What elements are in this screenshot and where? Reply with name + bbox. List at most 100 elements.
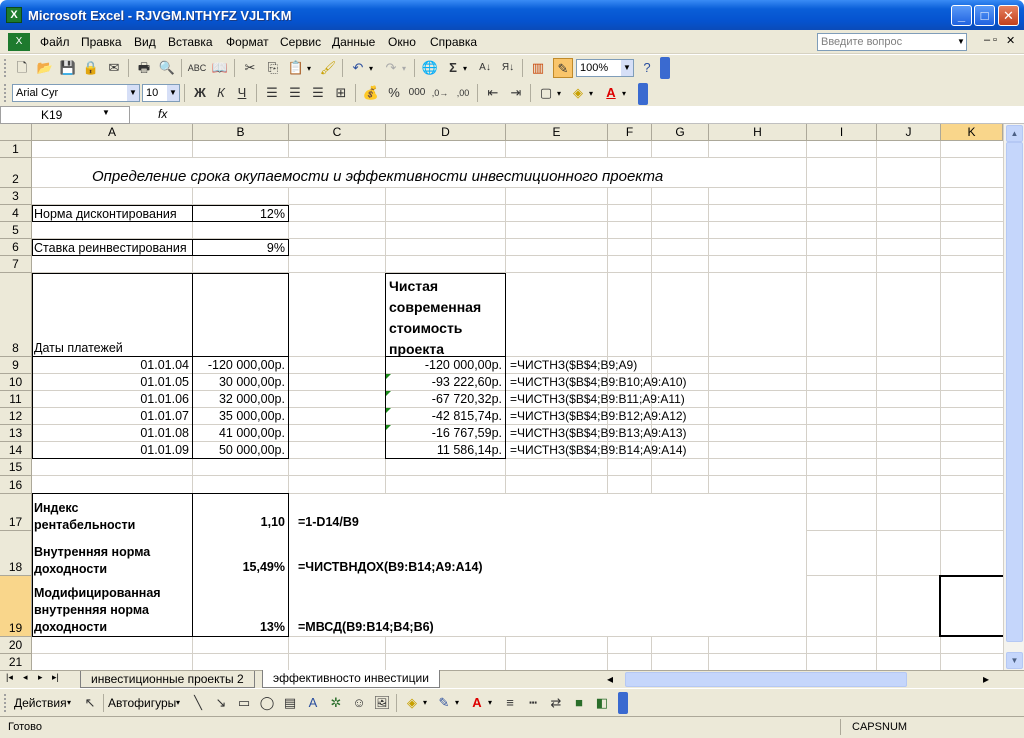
last-sheet-icon[interactable]: ▸| [52,672,59,683]
3d-icon[interactable]: ◧ [592,693,612,713]
decrease-indent-icon[interactable]: ⇤ [483,83,503,103]
irr-value[interactable]: 15,49% [193,560,285,574]
irr-label[interactable]: Внутренняя норма доходности [34,544,150,578]
scroll-up-icon[interactable]: ▲ [1006,125,1023,142]
date-cell[interactable]: 01.01.06 [33,392,189,406]
payment-cell[interactable]: 50 000,00р. [193,443,285,457]
pi-value[interactable]: 1,10 [193,515,285,529]
vertical-scrollbar[interactable]: ▲ ▼ [1003,124,1024,670]
npv-cell[interactable]: -93 222,60р. [386,375,502,389]
payment-cell[interactable]: 32 000,00р. [193,392,285,406]
close-button[interactable]: ✕ [998,5,1019,26]
select-objects-icon[interactable]: ↖ [80,693,100,713]
font-size-select[interactable]: 10 ▼ [142,84,180,102]
chart-wizard-icon[interactable]: ▥ [528,58,548,78]
font-color-dropdown-icon[interactable]: ▾ [622,89,626,98]
menu-format[interactable]: Формат [226,35,269,49]
save-icon[interactable]: 💾 [58,58,78,78]
actions-dropdown-icon[interactable]: ▾ [67,698,71,707]
formula-text[interactable]: =ЧИСТНЗ($B$4;B9;A9) [510,358,637,372]
dash-style-icon[interactable]: ┅ [523,693,543,713]
date-cell[interactable]: 01.01.09 [33,443,189,457]
prev-sheet-icon[interactable]: ◂ [23,672,28,683]
clipart-icon[interactable]: ☺ [349,693,369,713]
col-header-d[interactable]: D [386,124,506,141]
picture-icon[interactable]: 🖼 [372,693,392,713]
row-header-5[interactable]: 5 [0,222,32,239]
menu-insert[interactable]: Вставка [168,35,213,49]
row-header-7[interactable]: 7 [0,256,32,273]
paste-dropdown-icon[interactable]: ▾ [307,64,311,73]
bold-icon[interactable]: Ж [190,83,210,103]
fill-color-icon[interactable]: ◈ [402,693,422,713]
reinvest-value[interactable]: 9% [193,241,285,255]
col-header-b[interactable]: B [193,124,289,141]
line-color-dropdown-icon[interactable]: ▾ [455,698,459,707]
payments-header-cell[interactable] [193,274,288,356]
formula-text[interactable]: =ЧИСТНЗ($B$4;B9:B11;A9:A11) [510,392,685,406]
row-header-19[interactable]: 19 [0,576,32,637]
col-header-k[interactable]: K [941,124,1003,141]
next-sheet-icon[interactable]: ▸ [38,672,43,683]
date-cell[interactable]: 01.01.08 [33,426,189,440]
zoom-dropdown-icon[interactable]: ▼ [621,60,633,76]
drawing-icon[interactable]: ✎ [553,58,573,78]
line-style-icon[interactable]: ≡ [500,693,520,713]
oval-icon[interactable]: ◯ [257,693,277,713]
borders-dropdown-icon[interactable]: ▾ [557,89,561,98]
menu-help[interactable]: Справка [430,35,477,49]
col-header-j[interactable]: J [877,124,941,141]
scroll-down-icon[interactable]: ▼ [1006,652,1023,669]
new-icon[interactable]: 🗋 [12,58,32,78]
thousands-icon[interactable]: 000 [407,83,427,103]
size-dropdown-icon[interactable]: ▼ [167,85,179,101]
row-header-8[interactable]: 8 [0,273,32,357]
print-icon[interactable]: 🖶 [134,58,154,78]
row-header-6[interactable]: 6 [0,239,32,256]
col-header-f[interactable]: F [608,124,652,141]
autoshapes-menu[interactable]: Автофигуры [108,696,176,710]
arrow-icon[interactable]: ↘ [211,693,231,713]
payment-cell[interactable]: 41 000,00р. [193,426,285,440]
row-header-4[interactable]: 4 [0,205,32,222]
redo-icon[interactable]: ↷ [381,58,401,78]
fill-dropdown-icon[interactable]: ▾ [589,89,593,98]
row-header-9[interactable]: 9 [0,357,32,374]
doc-restore-icon[interactable]: ▫ [993,34,997,46]
paste-icon[interactable]: 📋 [286,58,306,78]
increase-indent-icon[interactable]: ⇥ [506,83,526,103]
sort-descending-icon[interactable]: Я↓ [498,58,518,78]
menu-view[interactable]: Вид [134,35,156,49]
help-icon[interactable]: ? [637,58,657,78]
date-cell[interactable]: 01.01.07 [33,409,189,423]
discount-value[interactable]: 12% [193,207,285,221]
line-icon[interactable]: ╲ [188,693,208,713]
row-header-12[interactable]: 12 [0,408,32,425]
row-header-14[interactable]: 14 [0,442,32,459]
tab-efficiency[interactable]: эффективносто инвестиции [262,670,440,688]
formula-input[interactable] [176,107,1004,123]
menu-file[interactable]: Файл [40,35,70,49]
format-painter-icon[interactable]: 🖌 [318,58,338,78]
permission-icon[interactable]: 🔒 [81,58,101,78]
fill-dropdown-icon[interactable]: ▾ [423,698,427,707]
toolbar-handle[interactable] [4,84,8,102]
mirr-label[interactable]: Модифицированная внутренняя норма доходн… [34,585,161,636]
row-header-15[interactable]: 15 [0,459,32,476]
autoshapes-dropdown-icon[interactable]: ▾ [176,698,180,707]
payment-cell[interactable]: 30 000,00р. [193,375,285,389]
row-header-16[interactable]: 16 [0,476,32,494]
select-all-corner[interactable] [0,124,32,141]
align-left-icon[interactable]: ☰ [262,83,282,103]
hscroll-thumb[interactable] [625,672,907,687]
row-header-21[interactable]: 21 [0,654,32,670]
zoom-select[interactable]: 100% ▼ [576,59,634,77]
toolbar-options-icon[interactable] [618,692,628,714]
col-header-e[interactable]: E [506,124,608,141]
font-color-dropdown-icon[interactable]: ▾ [488,698,492,707]
doc-close-icon[interactable]: ✕ [1006,34,1015,47]
col-header-i[interactable]: I [807,124,877,141]
payment-cell[interactable]: -120 000,00р. [193,358,285,372]
date-cell[interactable]: 01.01.04 [33,358,189,372]
first-sheet-icon[interactable]: |◂ [6,672,13,683]
